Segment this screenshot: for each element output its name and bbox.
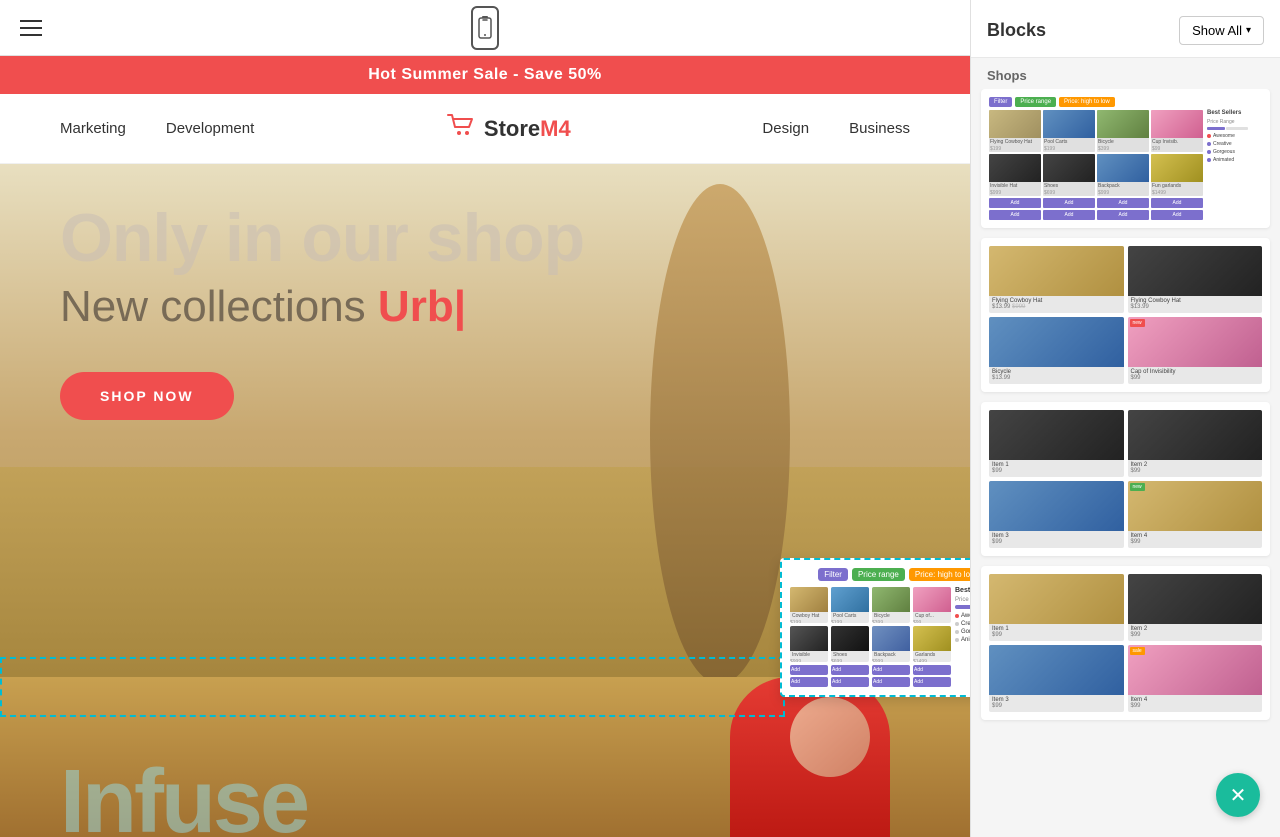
close-button[interactable]: ✕	[1216, 773, 1260, 817]
sg-item-5: Invisible Hat $999	[989, 154, 1041, 196]
sidebar-section-shops: Shops	[971, 58, 1280, 89]
preview-item-img-6	[831, 626, 869, 651]
hero-content: Only in our shop New collections Urb| SH…	[60, 204, 584, 420]
logo-text: StoreM4	[484, 116, 571, 142]
sg-item-3: Bicycle $399	[1097, 110, 1149, 152]
preview-filter-panel: Best Sellers Price Range Awesome Creativ…	[955, 587, 970, 687]
shop-now-button[interactable]: SHOP NOW	[60, 372, 234, 420]
preview-item-img-8	[913, 626, 951, 651]
preview-add-buttons: Add Add Add Add	[790, 665, 951, 675]
shop-grid-1-row2: Invisible Hat $999 Shoes $699 Backpack	[989, 154, 1203, 196]
preview-item-7: Backpack $999	[872, 626, 910, 662]
preview-top-buttons: Filter Price range Price: high to low	[790, 568, 970, 581]
preview-body: Cowboy Hat $199 Pool Carts $199 Bicycle …	[790, 587, 970, 687]
shop-preview-3: Item 1 $99 Item 2 $99 Item 3 $99 new Ite…	[989, 410, 1262, 548]
sg3-item-2: Item 2 $99	[1128, 410, 1263, 477]
nav-design[interactable]: Design	[762, 120, 809, 137]
preview-item-8: Garlands $1499	[913, 626, 951, 662]
show-all-button[interactable]: Show All ▾	[1179, 16, 1264, 45]
hamburger-menu[interactable]	[20, 20, 42, 36]
nav-marketing[interactable]: Marketing	[60, 120, 126, 137]
sidebar-header: Blocks Show All ▾	[971, 0, 1280, 58]
nav-development[interactable]: Development	[166, 120, 254, 137]
hero-lower-text: Infuse	[60, 757, 307, 837]
block-card-1[interactable]: Filter Price range Price: high to low Fl…	[981, 89, 1270, 228]
preview-filter-btn[interactable]: Filter	[818, 568, 848, 581]
hero-subtitle: New collections Urb|	[60, 282, 584, 332]
shop-preview-1-top: Filter Price range Price: high to low	[989, 97, 1262, 107]
sg2-item-2: Flying Cowboy Hat $13.99	[1128, 246, 1263, 313]
sidebar-title: Blocks	[987, 20, 1046, 41]
sg4-item-3: Item 3 $99	[989, 645, 1124, 712]
sg-add-row-1: Add Add Add Add	[989, 198, 1203, 208]
preview-item-1: Cowboy Hat $199	[790, 587, 828, 623]
hero-title: Only in our shop	[60, 204, 584, 272]
nav-links-left: Marketing Development	[60, 120, 254, 137]
preview-item-3: Bicycle $399	[872, 587, 910, 623]
right-sidebar: Blocks Show All ▾ Shops Filter Price ran…	[970, 0, 1280, 837]
logo-cart-icon	[446, 113, 476, 144]
preview-item-img-3	[872, 587, 910, 612]
hero-section: Only in our shop New collections Urb| SH…	[0, 164, 970, 837]
shop-filter-panel-1: Best Sellers Price Range Awesome Cr	[1207, 110, 1262, 220]
sg2-item-4: new Cap of Invisibility $99	[1128, 317, 1263, 384]
preview-item-2: Pool Carts $199	[831, 587, 869, 623]
preview-grid-row2: Invisible $999 Shoes $699 Backpack $999	[790, 626, 951, 662]
shop-preview-1-body: Flying Cowboy Hat $199 Pool Carts $199 B…	[989, 110, 1262, 220]
block-card-3[interactable]: Item 1 $99 Item 2 $99 Item 3 $99 new Ite…	[981, 402, 1270, 556]
preview-item-4: Cup of... $99	[913, 587, 951, 623]
preview-item-img-7	[872, 626, 910, 651]
nav-links-right: Design Business	[762, 120, 910, 137]
shop-preview-2: Flying Cowboy Hat $13.99 $999 Flying Cow…	[989, 246, 1262, 384]
sg4-item-4: sale Item 4 $99	[1128, 645, 1263, 712]
preview-item-img-5	[790, 626, 828, 651]
sg3-item-3: Item 3 $99	[989, 481, 1124, 548]
nav-business[interactable]: Business	[849, 120, 910, 137]
preview-item-6: Shoes $699	[831, 626, 869, 662]
sg3-item-4: new Item 4 $99	[1128, 481, 1263, 548]
phone-icon	[471, 6, 499, 50]
preview-item-img-2	[831, 587, 869, 612]
sg-item-8: Fun garlands $1499	[1151, 154, 1203, 196]
sg-item-7: Backpack $999	[1097, 154, 1149, 196]
preview-item-img-4	[913, 587, 951, 612]
site-logo[interactable]: StoreM4	[446, 113, 571, 144]
sg3-item-1: Item 1 $99	[989, 410, 1124, 477]
sg-item-1: Flying Cowboy Hat $199	[989, 110, 1041, 152]
shop-preview-4: Item 1 $99 Item 2 $99 Item 3 $99 sale It…	[989, 574, 1262, 712]
preview-add-buttons-2: Add Add Add Add	[790, 677, 951, 687]
sg4-item-2: Item 2 $99	[1128, 574, 1263, 641]
show-all-arrow: ▾	[1246, 25, 1251, 36]
top-bar	[0, 0, 970, 56]
preview-item-5: Invisible $999	[790, 626, 828, 662]
block-card-4[interactable]: Item 1 $99 Item 2 $99 Item 3 $99 sale It…	[981, 566, 1270, 720]
sg2-item-3: Bicycle $13.99	[989, 317, 1124, 384]
preview-price-range-btn[interactable]: Price range	[852, 568, 905, 581]
shop-grid-1-left: Flying Cowboy Hat $199 Pool Carts $199 B…	[989, 110, 1203, 220]
promo-banner: Hot Summer Sale - Save 50%	[0, 56, 970, 94]
sg4-item-1: Item 1 $99	[989, 574, 1124, 641]
preview-item-img-1	[790, 587, 828, 612]
block-card-2[interactable]: Flying Cowboy Hat $13.99 $999 Flying Cow…	[981, 238, 1270, 392]
shop-preview-1: Filter Price range Price: high to low Fl…	[989, 97, 1262, 220]
site-nav: Marketing Development StoreM4 Design Bus…	[0, 94, 970, 164]
hero-lower-head	[790, 697, 870, 777]
sg-add-row-2: Add Add Add Add	[989, 210, 1203, 220]
floating-shop-preview: Filter Price range Price: high to low Co…	[780, 558, 970, 697]
preview-sort-btn[interactable]: Price: high to low	[909, 568, 970, 581]
preview-grid-area: Cowboy Hat $199 Pool Carts $199 Bicycle …	[790, 587, 951, 687]
sg-item-6: Shoes $699	[1043, 154, 1095, 196]
main-canvas: Hot Summer Sale - Save 50% Marketing Dev…	[0, 0, 970, 837]
phone-view-toggle[interactable]	[471, 6, 499, 50]
selection-box	[0, 657, 785, 717]
sg-item-2: Pool Carts $199	[1043, 110, 1095, 152]
sg-item-4: Cup Invisib. $99	[1151, 110, 1203, 152]
preview-grid: Cowboy Hat $199 Pool Carts $199 Bicycle …	[790, 587, 951, 623]
shop-grid-1-row1: Flying Cowboy Hat $199 Pool Carts $199 B…	[989, 110, 1203, 152]
sidebar-scroll[interactable]: Filter Price range Price: high to low Fl…	[971, 89, 1280, 837]
sg2-item-1: Flying Cowboy Hat $13.99 $999	[989, 246, 1124, 313]
